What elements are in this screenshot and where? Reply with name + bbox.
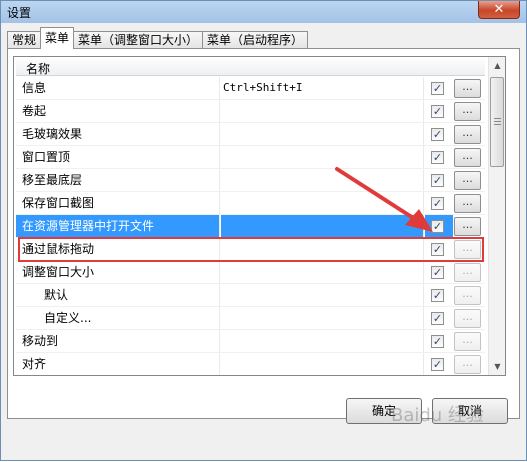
item-name: 对齐	[16, 353, 220, 375]
list-item[interactable]: 调整窗口大小 ✓...	[16, 261, 485, 284]
title-bar[interactable]: 设置 ✕	[1, 1, 526, 23]
item-shortcut[interactable]	[221, 284, 424, 306]
item-enabled-checkbox[interactable]: ✓	[431, 128, 444, 141]
item-enabled-checkbox[interactable]: ✓	[431, 358, 444, 371]
close-icon: ✕	[493, 2, 505, 17]
list-rows: 信息 Ctrl+Shift+I ✓... 卷起 ✓... 毛玻璃效果 ✓... 窗口置顶 ✓..…	[16, 77, 485, 375]
tab-3[interactable]: 菜单（启动程序）	[202, 31, 309, 49]
list-item[interactable]: 移动到 ✓...	[16, 330, 485, 353]
item-shortcut[interactable]	[221, 330, 424, 352]
item-enabled-checkbox[interactable]: ✓	[431, 312, 444, 325]
item-name: 移至最底层	[16, 169, 220, 191]
item-options-button[interactable]: ...	[454, 309, 481, 328]
list-item[interactable]: 对齐 ✓...	[16, 353, 485, 375]
tab-0[interactable]: 常规	[7, 31, 42, 49]
list-item[interactable]: 在资源管理器中打开文件 ✓...	[16, 215, 485, 238]
item-shortcut[interactable]	[221, 238, 424, 260]
window-title: 设置	[7, 6, 32, 20]
item-name: 在资源管理器中打开文件	[16, 215, 220, 237]
item-options-button[interactable]: ...	[454, 263, 481, 282]
menu-items-list[interactable]: 名称 信息 Ctrl+Shift+I ✓... 卷起 ✓... 毛玻璃效果 ✓... 窗口置顶…	[13, 56, 506, 376]
item-enabled-cell: ✓	[425, 238, 453, 260]
item-options-button[interactable]: ...	[454, 79, 481, 98]
item-enabled-cell: ✓	[425, 307, 453, 329]
item-name: 保存窗口截图	[16, 192, 220, 214]
item-enabled-checkbox[interactable]: ✓	[431, 105, 444, 118]
item-enabled-cell: ✓	[425, 100, 453, 122]
item-options-button[interactable]: ...	[454, 194, 481, 213]
list-item[interactable]: 移至最底层 ✓...	[16, 169, 485, 192]
vertical-scrollbar[interactable]: ▲ ▼	[488, 57, 505, 375]
item-enabled-checkbox[interactable]: ✓	[431, 243, 444, 256]
list-item[interactable]: 信息 Ctrl+Shift+I ✓...	[16, 77, 485, 100]
item-shortcut[interactable]	[221, 353, 424, 375]
item-enabled-checkbox[interactable]: ✓	[431, 174, 444, 187]
item-name: 移动到	[16, 330, 220, 352]
item-shortcut[interactable]	[221, 215, 424, 237]
item-enabled-checkbox[interactable]: ✓	[431, 197, 444, 210]
item-enabled-checkbox[interactable]: ✓	[431, 151, 444, 164]
item-enabled-checkbox[interactable]: ✓	[431, 266, 444, 279]
list-item[interactable]: 自定义... ✓...	[16, 307, 485, 330]
item-enabled-cell: ✓	[425, 123, 453, 145]
item-shortcut[interactable]	[221, 192, 424, 214]
item-options-button[interactable]: ...	[454, 286, 481, 305]
tab-1[interactable]: 菜单	[40, 27, 75, 49]
item-enabled-checkbox[interactable]: ✓	[431, 82, 444, 95]
column-header-name: 名称	[26, 62, 51, 76]
item-enabled-cell: ✓	[425, 169, 453, 191]
item-options-button[interactable]: ...	[454, 125, 481, 144]
item-shortcut[interactable]	[221, 123, 424, 145]
cancel-button[interactable]: 取消	[432, 398, 508, 424]
item-enabled-cell: ✓	[425, 77, 453, 99]
item-enabled-checkbox[interactable]: ✓	[431, 289, 444, 302]
item-shortcut[interactable]: Ctrl+Shift+I	[221, 77, 424, 99]
item-enabled-cell: ✓	[425, 284, 453, 306]
scroll-down-arrow-icon[interactable]: ▼	[489, 358, 505, 375]
settings-window: 设置 ✕ 常规 菜单 菜单（调整窗口大小） 菜单（启动程序） 名称 信息 Ctrl+Sh…	[0, 0, 527, 461]
list-item[interactable]: 毛玻璃效果 ✓...	[16, 123, 485, 146]
item-enabled-cell: ✓	[425, 330, 453, 352]
list-header[interactable]: 名称	[16, 59, 485, 76]
item-name: 调整窗口大小	[16, 261, 220, 283]
item-options-button[interactable]: ...	[454, 102, 481, 121]
item-name: 信息	[16, 77, 220, 99]
list-item[interactable]: 窗口置顶 ✓...	[16, 146, 485, 169]
item-enabled-cell: ✓	[425, 215, 453, 237]
list-item[interactable]: 保存窗口截图 ✓...	[16, 192, 485, 215]
item-shortcut[interactable]	[221, 100, 424, 122]
item-options-button[interactable]: ...	[454, 171, 481, 190]
tab-2[interactable]: 菜单（调整窗口大小）	[73, 31, 204, 49]
item-enabled-checkbox[interactable]: ✓	[431, 335, 444, 348]
item-shortcut[interactable]	[221, 169, 424, 191]
item-options-button[interactable]: ...	[454, 148, 481, 167]
item-enabled-checkbox[interactable]: ✓	[431, 220, 444, 233]
list-item[interactable]: 通过鼠标拖动 ✓...	[16, 238, 485, 261]
close-button[interactable]: ✕	[478, 1, 520, 19]
item-enabled-cell: ✓	[425, 192, 453, 214]
ok-button[interactable]: 确定	[346, 398, 422, 424]
item-shortcut[interactable]	[221, 146, 424, 168]
item-options-button[interactable]: ...	[454, 355, 481, 374]
item-name: 毛玻璃效果	[16, 123, 220, 145]
scroll-thumb[interactable]	[490, 77, 504, 167]
item-enabled-cell: ✓	[425, 353, 453, 375]
item-name: 窗口置顶	[16, 146, 220, 168]
item-name: 默认	[16, 284, 220, 306]
item-options-button[interactable]: ...	[454, 332, 481, 351]
scroll-up-arrow-icon[interactable]: ▲	[489, 57, 505, 74]
item-enabled-cell: ✓	[425, 146, 453, 168]
tab-strip: 常规 菜单 菜单（调整窗口大小） 菜单（启动程序）	[7, 27, 309, 49]
item-options-button[interactable]: ...	[454, 240, 481, 259]
item-options-button[interactable]: ...	[454, 217, 481, 236]
item-name: 通过鼠标拖动	[16, 238, 220, 260]
list-item[interactable]: 卷起 ✓...	[16, 100, 485, 123]
item-name: 卷起	[16, 100, 220, 122]
item-name: 自定义...	[16, 307, 220, 329]
item-shortcut[interactable]	[221, 261, 424, 283]
item-shortcut[interactable]	[221, 307, 424, 329]
item-enabled-cell: ✓	[425, 261, 453, 283]
list-item[interactable]: 默认 ✓...	[16, 284, 485, 307]
